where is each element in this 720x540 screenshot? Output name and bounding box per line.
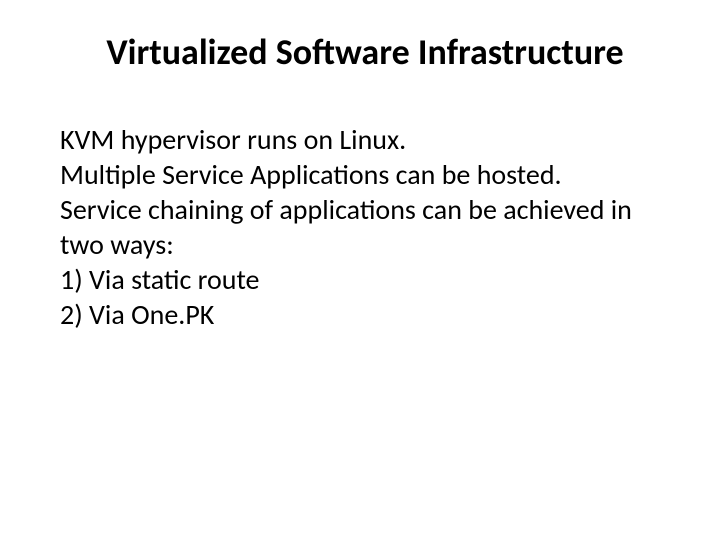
body-line-1: KVM hypervisor runs on Linux. bbox=[60, 122, 670, 157]
slide-title: Virtualized Software Infrastructure bbox=[60, 30, 670, 74]
body-line-3: Service chaining of applications can be … bbox=[60, 192, 670, 262]
body-line-2: Multiple Service Applications can be hos… bbox=[60, 157, 670, 192]
slide-body: KVM hypervisor runs on Linux. Multiple S… bbox=[60, 122, 670, 332]
body-line-5: 2) Via One.PK bbox=[60, 297, 670, 332]
body-line-4: 1) Via static route bbox=[60, 262, 670, 297]
